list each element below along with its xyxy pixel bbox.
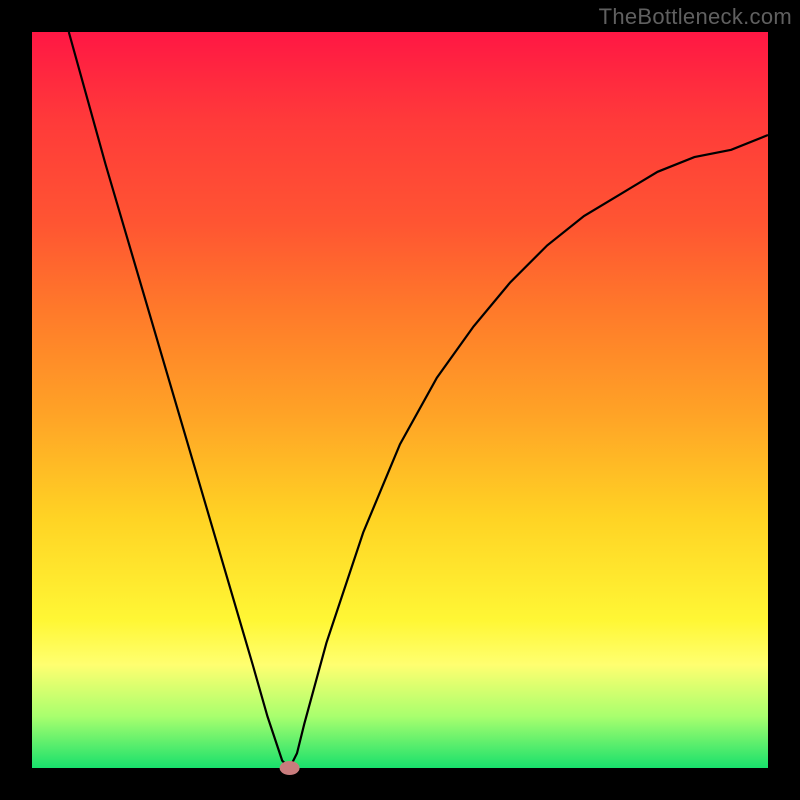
curve-svg xyxy=(32,32,768,768)
chart-frame: TheBottleneck.com xyxy=(0,0,800,800)
attribution-label: TheBottleneck.com xyxy=(599,4,792,30)
bottleneck-curve xyxy=(69,32,768,768)
plot-area xyxy=(32,32,768,768)
minimum-marker xyxy=(280,761,300,775)
